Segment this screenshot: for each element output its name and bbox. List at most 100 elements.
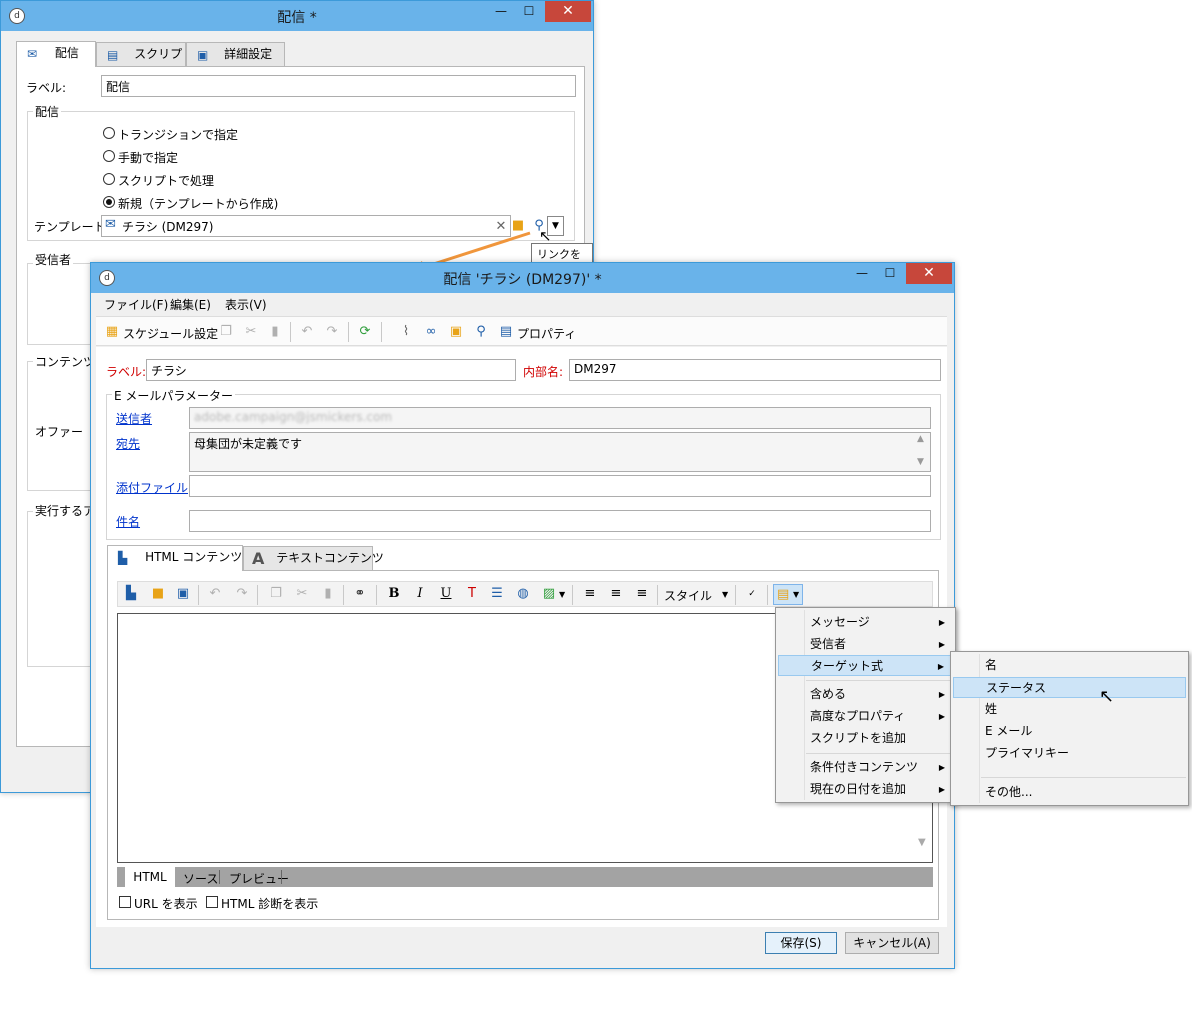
show-url-checkbox[interactable] bbox=[119, 896, 131, 908]
menu-item-conditional-content[interactable]: 条件付きコンテンツ ▶ bbox=[778, 757, 953, 778]
style-dropdown-arrow[interactable]: ▼ bbox=[722, 590, 728, 599]
label-input[interactable]: 配信 bbox=[101, 75, 576, 97]
envelope-icon: ✉ bbox=[105, 217, 116, 232]
copy-icon[interactable]: ❐ bbox=[218, 324, 234, 340]
attachment-input[interactable] bbox=[189, 475, 931, 497]
maximize-icon[interactable]: ☐ bbox=[876, 263, 904, 284]
tab-advanced[interactable]: ▣ 詳細設定 bbox=[186, 42, 285, 66]
cut-icon[interactable]: ✂ bbox=[243, 324, 259, 340]
refresh-icon[interactable]: ⟳ bbox=[357, 324, 373, 340]
schedule-button[interactable]: スケジュール設定 bbox=[123, 325, 218, 342]
attachment-icon[interactable]: ⌇ bbox=[398, 324, 414, 340]
cancel-button[interactable]: キャンセル(A) bbox=[845, 932, 939, 954]
style-dropdown[interactable]: スタイル bbox=[664, 587, 712, 604]
sender-input[interactable]: adobe.campaign@jsmickers.com bbox=[189, 407, 931, 429]
personalize-button[interactable]: ▤ ▼ bbox=[773, 584, 803, 605]
menu-item-include[interactable]: 含める ▶ bbox=[778, 684, 953, 705]
title-bar[interactable]: d 配信 * — ☐ ✕ bbox=[1, 1, 593, 31]
italic-icon[interactable]: I bbox=[412, 586, 428, 602]
properties-button[interactable]: プロパティ bbox=[517, 325, 576, 342]
tab-delivery[interactable]: ✉ 配信 bbox=[16, 41, 96, 67]
find-icon[interactable]: ⚭ bbox=[352, 586, 368, 602]
menu-item-add-script[interactable]: スクリプトを追加 bbox=[778, 728, 953, 749]
submenu-item-other[interactable]: その他... bbox=[953, 782, 1186, 803]
tab-preview[interactable]: プレビュー bbox=[229, 870, 289, 887]
image-icon[interactable]: ▨ bbox=[541, 586, 557, 602]
submenu-item-first-name[interactable]: 名 bbox=[953, 655, 1186, 676]
open-folder-icon[interactable]: ■ bbox=[150, 586, 166, 602]
menu-item-add-date[interactable]: 現在の日付を追加 ▶ bbox=[778, 779, 953, 800]
internal-name-input[interactable]: DM297 bbox=[569, 359, 941, 381]
bold-icon[interactable]: B bbox=[386, 586, 402, 602]
list-icon[interactable]: ☰ bbox=[489, 586, 505, 602]
undo-icon[interactable]: ↶ bbox=[207, 586, 223, 602]
link-icon[interactable]: ∞ bbox=[423, 324, 439, 340]
attachment-link[interactable]: 添付ファイル bbox=[116, 479, 188, 496]
submenu-item-primary-key[interactable]: プライマリキー bbox=[953, 743, 1186, 764]
radio-script[interactable] bbox=[103, 173, 115, 185]
tab-text-content[interactable]: A テキストコンテンツ bbox=[243, 546, 384, 570]
radio-new-from-template[interactable] bbox=[103, 196, 115, 208]
align-left-icon[interactable]: ≡ bbox=[582, 586, 598, 602]
save-icon[interactable]: ▣ bbox=[175, 586, 191, 602]
properties-icon: ▤ bbox=[499, 324, 513, 339]
chevron-right-icon: ▶ bbox=[938, 618, 945, 627]
to-textarea[interactable]: 母集団が未定義です bbox=[189, 432, 931, 472]
redo-icon[interactable]: ↷ bbox=[324, 324, 340, 340]
align-center-icon[interactable]: ≡ bbox=[608, 586, 624, 602]
subject-link[interactable]: 件名 bbox=[116, 513, 140, 530]
menu-file[interactable]: ファイル(F) bbox=[104, 296, 168, 313]
submenu-item-last-name[interactable]: 姓 bbox=[953, 699, 1186, 720]
sender-link[interactable]: 送信者 bbox=[116, 410, 152, 427]
align-right-icon[interactable]: ≡ bbox=[634, 586, 650, 602]
menu-item-target-expression[interactable]: ターゲット式 ▶ bbox=[778, 655, 953, 676]
close-icon[interactable]: ✕ bbox=[545, 1, 591, 22]
paste-icon[interactable]: ▮ bbox=[267, 324, 283, 340]
gift-icon[interactable]: ▣ bbox=[448, 324, 464, 340]
tab-html-content[interactable]: ▙ HTML コンテンツ bbox=[107, 545, 243, 571]
image-dropdown-icon[interactable]: ▼ bbox=[559, 590, 565, 599]
save-button[interactable]: 保存(S) bbox=[765, 932, 837, 954]
menu-item-recipient[interactable]: 受信者 ▶ bbox=[778, 634, 953, 655]
tab-html[interactable]: HTML bbox=[125, 867, 175, 887]
to-link[interactable]: 宛先 bbox=[116, 435, 140, 452]
editor-tabs-bar: HTML ソース プレビュー bbox=[117, 867, 933, 887]
minimize-icon[interactable]: — bbox=[848, 263, 876, 284]
underline-icon[interactable]: U bbox=[438, 586, 454, 602]
submenu-item-status[interactable]: ステータス bbox=[953, 677, 1186, 698]
paste-icon[interactable]: ▮ bbox=[320, 586, 336, 602]
scroll-up-icon[interactable]: ▲ bbox=[917, 434, 924, 444]
close-icon[interactable]: ✕ bbox=[906, 263, 952, 284]
recipients-group-title: 受信者 bbox=[33, 251, 74, 268]
label-input[interactable]: チラシ bbox=[146, 359, 516, 381]
title-bar[interactable]: d 配信 'チラシ (DM297)' * — ☐ ✕ bbox=[91, 263, 954, 293]
scroll-down-icon[interactable]: ▼ bbox=[917, 457, 924, 467]
undo-icon[interactable]: ↶ bbox=[299, 324, 315, 340]
hyperlink-icon[interactable]: ◍ bbox=[515, 586, 531, 602]
menu-item-advanced-props[interactable]: 高度なプロパティ ▶ bbox=[778, 706, 953, 727]
menu-item-message[interactable]: メッセージ ▶ bbox=[778, 612, 953, 633]
search-link-icon[interactable]: ⚲ bbox=[473, 324, 489, 340]
text-color-icon[interactable]: T bbox=[464, 586, 480, 602]
scroll-down-icon[interactable]: ▼ bbox=[918, 837, 926, 848]
subject-input[interactable] bbox=[189, 510, 931, 532]
radio-transition[interactable] bbox=[103, 127, 115, 139]
new-doc-icon[interactable]: ▙ bbox=[123, 586, 139, 602]
redo-icon[interactable]: ↷ bbox=[234, 586, 250, 602]
minimize-icon[interactable]: — bbox=[487, 1, 515, 22]
menu-view[interactable]: 表示(V) bbox=[225, 296, 267, 313]
radio-manual[interactable] bbox=[103, 150, 115, 162]
cut-icon[interactable]: ✂ bbox=[294, 586, 310, 602]
show-html-diag-label: HTML 診断を表示 bbox=[221, 897, 319, 911]
template-caption: テンプレート: bbox=[34, 220, 110, 234]
menu-edit[interactable]: 編集(E) bbox=[170, 296, 211, 313]
tab-script[interactable]: ▤ スクリプト bbox=[96, 42, 194, 66]
chevron-right-icon: ▶ bbox=[938, 640, 945, 649]
copy-icon[interactable]: ❐ bbox=[268, 586, 284, 602]
tab-source[interactable]: ソース bbox=[183, 870, 218, 887]
maximize-icon[interactable]: ☐ bbox=[515, 1, 543, 22]
spellcheck-icon[interactable]: ✓ bbox=[744, 586, 760, 602]
editor-toolbar: ▙ ■ ▣ ↶ ↷ ❐ ✂ ▮ ⚭ B I U T ☰ ◍ ▨ ▼ ≡ ≡ ≡ … bbox=[117, 581, 933, 607]
submenu-item-email[interactable]: E メール bbox=[953, 721, 1186, 742]
show-html-diag-checkbox[interactable] bbox=[206, 896, 218, 908]
